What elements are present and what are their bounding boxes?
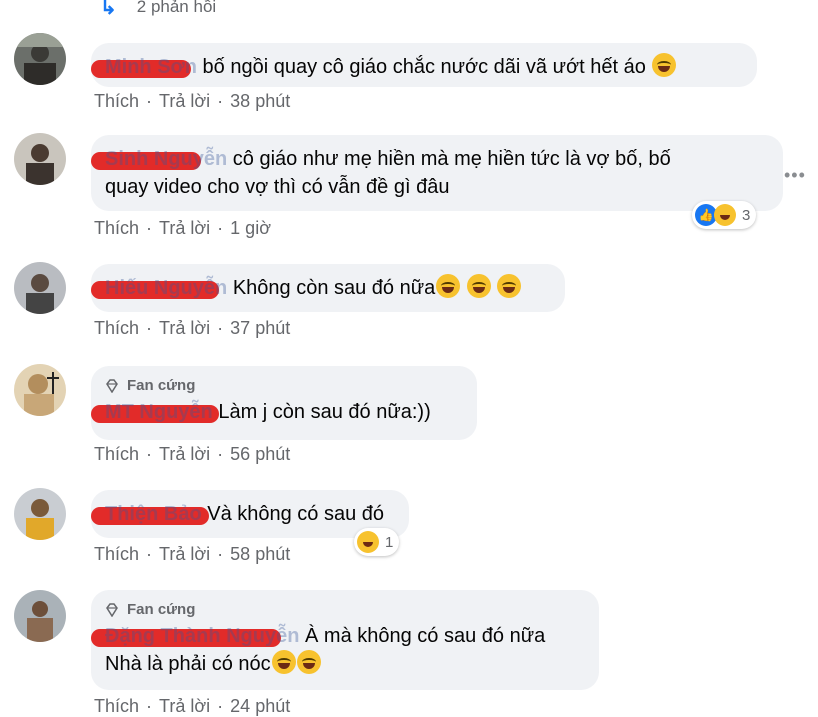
view-replies-link[interactable]: ↳ 2 phản hồi — [100, 0, 216, 20]
rofl-emoji-icon — [296, 650, 321, 674]
commenter-name[interactable]: Thiện Bảo — [91, 503, 209, 525]
comment-bubble: Hiếu Nguyễn Không còn sau đó nữa — [91, 264, 565, 312]
like-link[interactable]: Thích — [94, 696, 139, 716]
comment-actions: Thích · Trả lời · 58 phút — [94, 544, 291, 564]
timestamp[interactable]: 24 phút — [230, 696, 290, 716]
commenter-name[interactable]: MT Nguyễn — [91, 401, 219, 423]
fan-badge: Fan cứng — [105, 376, 463, 396]
reaction-summary[interactable]: 👍 3 — [692, 201, 757, 229]
reply-arrow-icon: ↳ — [100, 0, 117, 19]
timestamp[interactable]: 37 phút — [230, 318, 290, 338]
reply-link[interactable]: Trả lời — [159, 318, 210, 338]
comment-actions: Thích · Trả lời · 56 phút — [94, 444, 291, 464]
timestamp[interactable]: 56 phút — [230, 444, 290, 464]
avatar[interactable] — [14, 364, 66, 416]
avatar[interactable] — [14, 262, 66, 314]
avatar[interactable] — [14, 488, 66, 540]
diamond-icon — [106, 603, 118, 617]
more-options-icon[interactable]: ••• — [784, 165, 806, 186]
avatar[interactable] — [14, 590, 66, 642]
reply-link[interactable]: Trả lời — [159, 218, 210, 238]
reply-link[interactable]: Trả lời — [159, 91, 210, 111]
reply-link[interactable]: Trả lời — [159, 544, 210, 564]
comment-bubble: Minh Sơn bố ngồi quay cô giáo chắc nước … — [91, 43, 757, 87]
reaction-count: 3 — [742, 206, 751, 224]
rofl-emoji-icon — [436, 274, 461, 298]
rofl-emoji-icon — [497, 274, 522, 298]
comment-text-line2: Nhà là phải có nóc — [105, 653, 271, 675]
comment-text-line2: quay video cho vợ thì có vẫn đề gì đâu — [105, 176, 450, 198]
comment-bubble: Sinh Nguyễn cô giáo như mẹ hiền mà mẹ hi… — [91, 135, 783, 211]
like-link[interactable]: Thích — [94, 444, 139, 464]
reaction-summary[interactable]: 1 — [354, 528, 400, 556]
view-replies-label: 2 phản hồi — [136, 0, 217, 16]
comment-bubble: Fan cứng MT Nguyễn Làm j còn sau đó nữa:… — [91, 366, 477, 440]
timestamp[interactable]: 38 phút — [230, 91, 290, 111]
commenter-name[interactable]: Sinh Nguyễn — [91, 148, 233, 170]
comment-text: Và không có sau đó — [207, 503, 385, 525]
comment-actions: Thích · Trả lời · 24 phút — [94, 696, 291, 716]
like-link[interactable]: Thích — [94, 218, 139, 238]
commenter-name[interactable]: Hiếu Nguyễn — [91, 277, 233, 299]
comment-actions: Thích · Trả lời · 38 phút — [94, 91, 291, 111]
haha-reaction-icon — [357, 531, 379, 553]
avatar[interactable] — [14, 133, 66, 185]
rofl-emoji-icon — [466, 274, 491, 298]
comment-text: Không còn sau đó nữa — [232, 277, 436, 299]
reply-link[interactable]: Trả lời — [159, 444, 210, 464]
like-link[interactable]: Thích — [94, 91, 139, 111]
comment-text-line1: À mà không có sau đó nữa — [305, 625, 546, 647]
laughing-emoji-icon — [652, 53, 677, 77]
comment-actions: Thích · Trả lời · 1 giờ — [94, 218, 271, 238]
comment-actions: Thích · Trả lời · 37 phút — [94, 318, 291, 338]
like-link[interactable]: Thích — [94, 318, 139, 338]
comment-bubble: Fan cứng Đặng Thành Nguyễn À mà không có… — [91, 590, 599, 690]
rofl-emoji-icon — [271, 650, 296, 674]
diamond-icon — [106, 379, 118, 393]
haha-reaction-icon — [714, 204, 736, 226]
commenter-name[interactable]: Đặng Thành Nguyễn — [91, 625, 305, 647]
comment-text: bố ngồi quay cô giáo chắc nước dãi vã ướ… — [202, 56, 646, 78]
comment-text-line1: cô giáo như mẹ hiền mà mẹ hiền tức là vợ… — [232, 148, 671, 170]
commenter-name[interactable]: Minh Sơn — [91, 56, 203, 78]
like-link[interactable]: Thích — [94, 544, 139, 564]
timestamp[interactable]: 1 giờ — [230, 218, 271, 238]
timestamp[interactable]: 58 phút — [230, 544, 290, 564]
comment-text: Làm j còn sau đó nữa:)) — [218, 401, 431, 423]
reaction-count: 1 — [385, 533, 394, 551]
avatar[interactable] — [14, 33, 66, 85]
reply-link[interactable]: Trả lời — [159, 696, 210, 716]
fan-badge: Fan cứng — [105, 600, 585, 620]
